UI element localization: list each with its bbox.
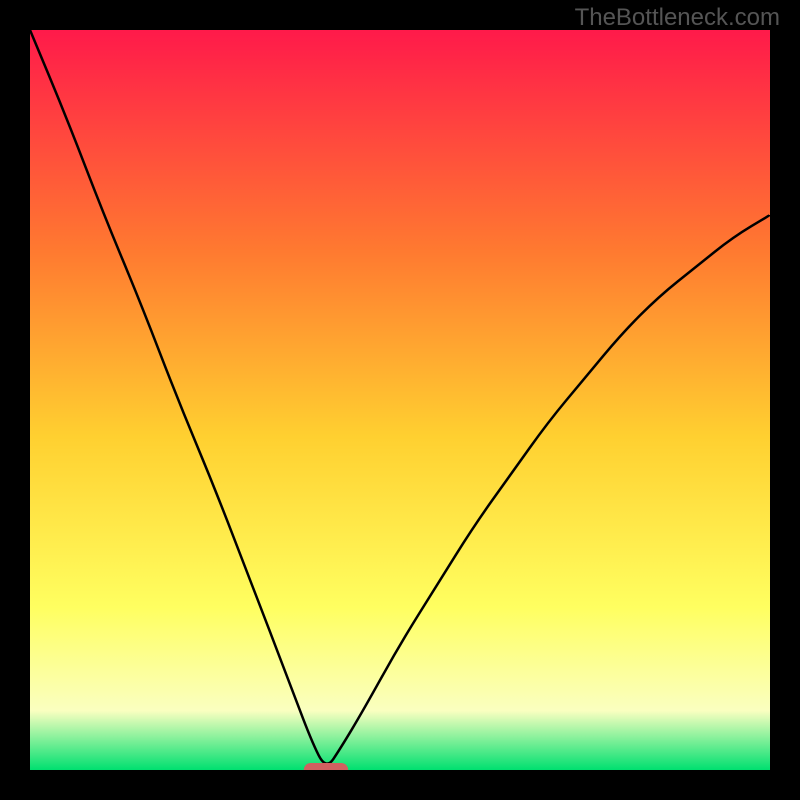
minimum-marker	[304, 763, 348, 770]
gradient-background	[30, 30, 770, 770]
chart-svg	[30, 30, 770, 770]
watermark-text: TheBottleneck.com	[575, 4, 780, 32]
chart-plot-area	[30, 30, 770, 770]
